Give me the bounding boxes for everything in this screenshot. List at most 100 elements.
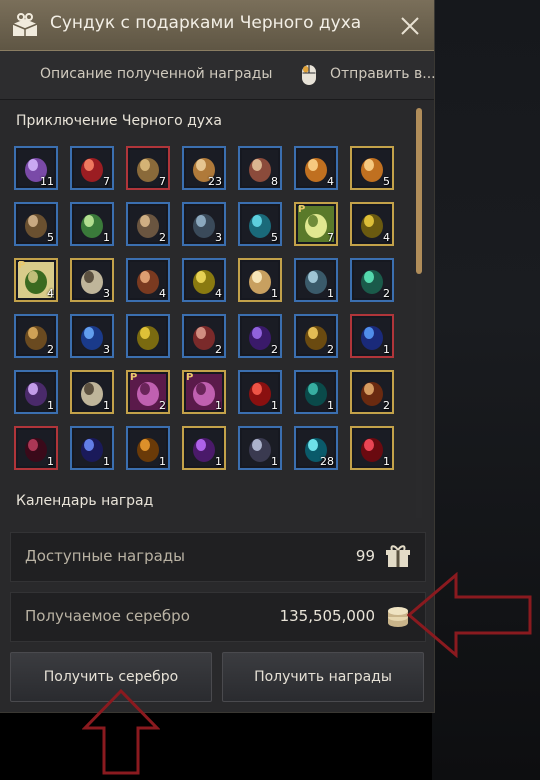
calendar-section-title: Календарь наград (16, 493, 154, 509)
available-rewards-count: 99 (355, 547, 375, 565)
premium-mark: P (298, 204, 306, 215)
reward-item-slot[interactable]: P7 (294, 202, 338, 246)
premium-mark: P (130, 372, 138, 383)
available-rewards-label: Доступные награды (25, 547, 186, 565)
item-count: 2 (159, 231, 166, 244)
silver-amount: 135,505,000 (279, 607, 375, 625)
item-count: 5 (383, 175, 390, 188)
item-count: 2 (383, 287, 390, 300)
item-count: 3 (103, 287, 110, 300)
item-count: 23 (208, 175, 222, 188)
item-count: 1 (271, 455, 278, 468)
item-count: 1 (215, 399, 222, 412)
reward-item-slot[interactable]: 2 (182, 314, 226, 358)
reward-item-slot[interactable]: 2 (238, 314, 282, 358)
item-count: 2 (159, 399, 166, 412)
close-icon[interactable] (396, 12, 424, 40)
reward-item-slot[interactable]: 1 (14, 370, 58, 414)
get-rewards-button[interactable]: Получить награды (222, 652, 424, 702)
reward-item-slot[interactable]: 1 (238, 258, 282, 302)
reward-item-slot[interactable]: 1 (70, 426, 114, 470)
reward-item-slot[interactable]: 7 (126, 146, 170, 190)
premium-mark: P (186, 372, 194, 383)
reward-item-slot[interactable]: 1 (126, 426, 170, 470)
adventure-section-title: Приключение Черного духа (16, 113, 222, 129)
item-count: 2 (215, 343, 222, 356)
item-count: 1 (103, 455, 110, 468)
item-count: 7 (327, 231, 334, 244)
silver-panel: Получаемое серебро 135,505,000 (10, 592, 426, 642)
reward-item-slot[interactable]: 1 (350, 314, 394, 358)
reward-item-slot[interactable]: 3 (182, 202, 226, 246)
window-title: Сундук с подарками Черного духа (50, 13, 362, 33)
reward-item-slot[interactable]: 1 (238, 426, 282, 470)
reward-item-slot[interactable]: 4 (350, 202, 394, 246)
reward-item-slot[interactable]: 1 (350, 426, 394, 470)
reward-item-slot[interactable]: P4 (14, 258, 58, 302)
reward-item-slot[interactable]: 4 (294, 146, 338, 190)
background-right (432, 0, 540, 780)
reward-item-slot[interactable]: P1 (182, 370, 226, 414)
reward-item-slot[interactable]: 28 (294, 426, 338, 470)
reward-item-slot[interactable]: 1 (14, 426, 58, 470)
reward-description-link[interactable]: Описание полученной награды (40, 66, 272, 82)
reward-item-slot[interactable]: 11 (14, 146, 58, 190)
item-count: 4 (383, 231, 390, 244)
premium-mark: P (18, 260, 26, 271)
item-count: 4 (215, 287, 222, 300)
reward-item-slot[interactable]: 23 (182, 146, 226, 190)
item-count: 1 (271, 287, 278, 300)
reward-item-slot[interactable]: 2 (14, 314, 58, 358)
item-count: 5 (47, 231, 54, 244)
reward-item-slot[interactable]: 2 (126, 202, 170, 246)
item-count: 4 (327, 175, 334, 188)
reward-item-slot[interactable]: P2 (126, 370, 170, 414)
reward-item-slot[interactable]: 4 (126, 258, 170, 302)
item-count: 5 (271, 231, 278, 244)
reward-item-slot[interactable]: 2 (294, 314, 338, 358)
title-bar: Сундук с подарками Черного духа (0, 0, 434, 51)
item-count: 3 (103, 343, 110, 356)
item-count: 1 (327, 399, 334, 412)
item-count: 1 (47, 399, 54, 412)
item-count: 1 (271, 399, 278, 412)
mouse-icon (302, 65, 316, 85)
item-count: 1 (103, 399, 110, 412)
item-count: 1 (327, 287, 334, 300)
item-count: 2 (383, 399, 390, 412)
chest-window: Сундук с подарками Черного духа Описание… (0, 0, 436, 712)
item-count: 8 (271, 175, 278, 188)
reward-item-slot[interactable]: 3 (70, 258, 114, 302)
item-count: 7 (103, 175, 110, 188)
reward-item-slot[interactable]: 7 (70, 146, 114, 190)
reward-item-slot[interactable]: 5 (350, 146, 394, 190)
item-count: 28 (320, 455, 334, 468)
gift-chest-icon (12, 13, 38, 36)
reward-item-slot[interactable]: 4 (182, 258, 226, 302)
item-count: 1 (383, 343, 390, 356)
reward-item-slot[interactable] (126, 314, 170, 358)
reward-item-slot[interactable]: 1 (70, 202, 114, 246)
reward-item-slot[interactable]: 5 (14, 202, 58, 246)
scrollbar[interactable] (416, 108, 422, 518)
reward-item-slot[interactable]: 1 (238, 370, 282, 414)
reward-item-slot[interactable]: 5 (238, 202, 282, 246)
reward-item-slot[interactable]: 2 (350, 258, 394, 302)
scroll-thumb[interactable] (416, 108, 422, 274)
silver-label: Получаемое серебро (25, 607, 190, 625)
available-rewards-panel: Доступные награды 99 (10, 532, 426, 582)
item-count: 3 (215, 231, 222, 244)
reward-item-slot[interactable]: 3 (70, 314, 114, 358)
reward-item-slot[interactable]: 1 (182, 426, 226, 470)
reward-item-slot[interactable]: 1 (70, 370, 114, 414)
reward-item-slot[interactable]: 2 (350, 370, 394, 414)
item-count: 7 (159, 175, 166, 188)
reward-item-slot[interactable]: 1 (294, 258, 338, 302)
item-count: 1 (215, 455, 222, 468)
item-count: 1 (159, 455, 166, 468)
item-count: 1 (47, 455, 54, 468)
reward-item-slot[interactable]: 1 (294, 370, 338, 414)
item-count: 2 (271, 343, 278, 356)
reward-item-slot[interactable]: 8 (238, 146, 282, 190)
send-to-button[interactable]: Отправить в... (330, 66, 436, 82)
